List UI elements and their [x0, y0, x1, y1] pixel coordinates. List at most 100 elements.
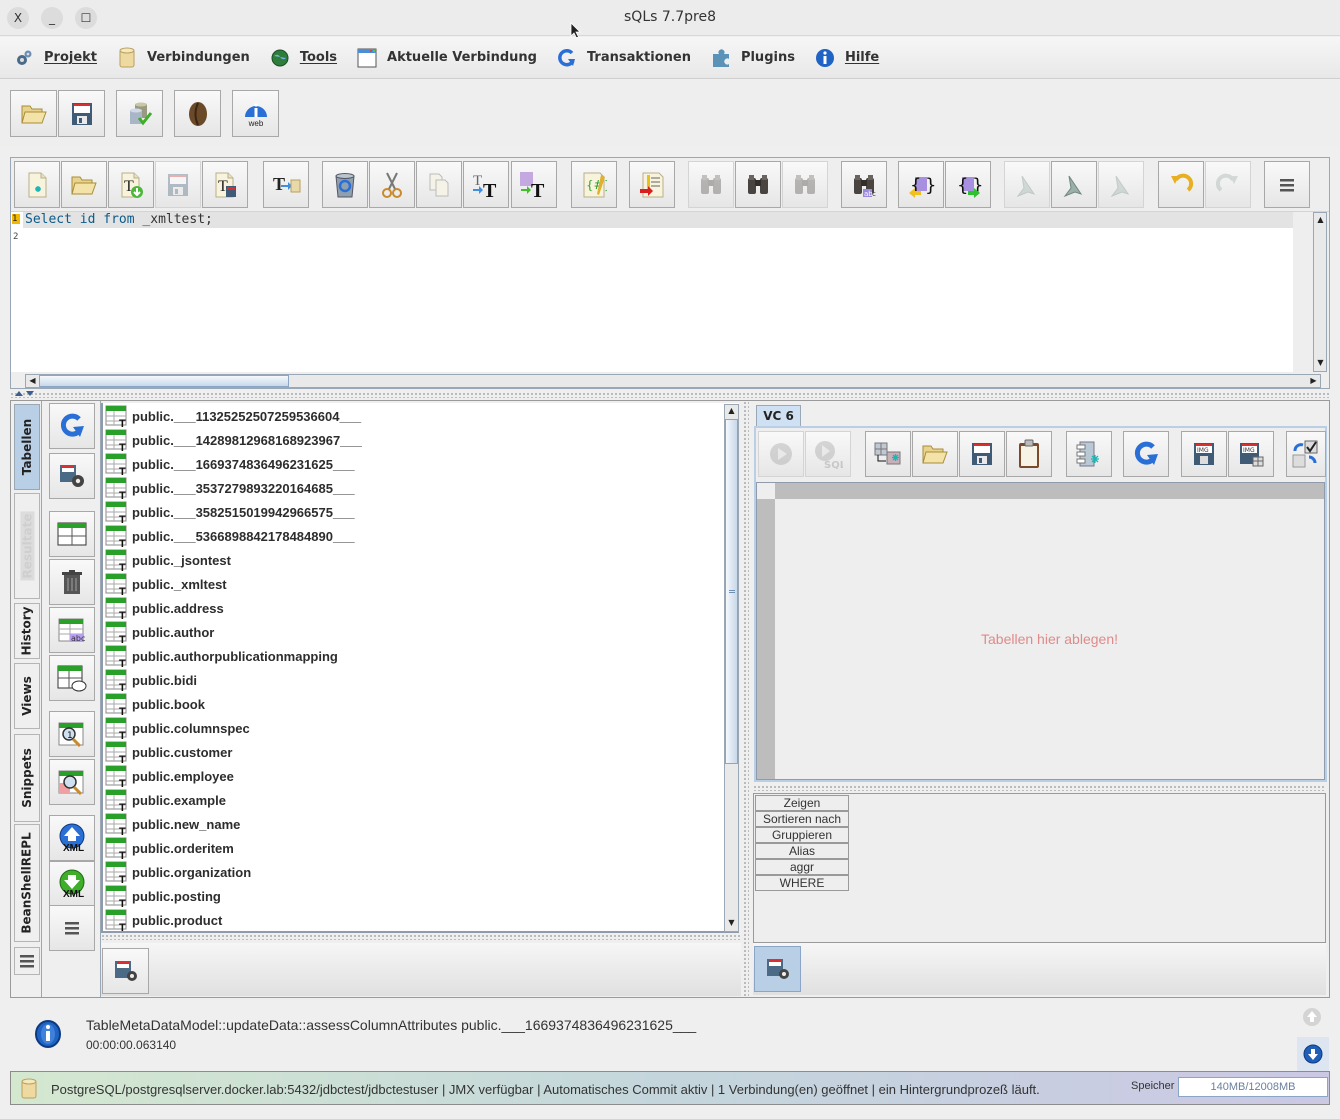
message-down-button[interactable]	[1297, 1037, 1329, 1071]
new-file-button[interactable]	[14, 161, 60, 208]
tab-vc-6[interactable]: VC 6	[756, 405, 801, 427]
tab-snippets[interactable]: Snippets	[14, 734, 40, 822]
vc-save-image-button[interactable]: IMG	[1181, 431, 1227, 477]
vc-run-sql-button[interactable]: SQL	[805, 431, 851, 477]
splitter-arrows-icon[interactable]	[14, 390, 36, 398]
recycle-button[interactable]	[322, 161, 368, 208]
list-splitter[interactable]	[101, 934, 741, 940]
xml-import-button[interactable]: XML	[49, 861, 95, 907]
table-list[interactable]: Tpublic.___11325252507259536604___ Tpubli…	[101, 403, 739, 933]
table-list-item[interactable]: Tpublic.___11325252507259536604___	[105, 404, 361, 428]
open-project-button[interactable]	[10, 90, 57, 137]
format-button[interactable]: {#}	[571, 161, 617, 208]
menu-tools[interactable]: Tools	[270, 48, 337, 68]
find-button[interactable]	[735, 161, 781, 208]
bookmark-button[interactable]	[1051, 161, 1097, 208]
vc-run-button[interactable]	[758, 431, 804, 477]
vc-save-image-table-button[interactable]: IMG	[1228, 431, 1274, 477]
copy-button[interactable]	[416, 161, 462, 208]
table-rename-button[interactable]: abc	[49, 607, 95, 653]
table-list-item[interactable]: Tpublic._xmltest	[105, 572, 227, 596]
scrollbar-thumb[interactable]	[725, 419, 738, 764]
tab-tabellen[interactable]: Tabellen	[14, 404, 40, 490]
table-list-item[interactable]: Tpublic.new_name	[105, 812, 240, 836]
editor-horizontal-scrollbar[interactable]: ◀ ▶	[25, 374, 1321, 388]
vertical-tabs-menu-button[interactable]	[14, 947, 40, 975]
table-list-item[interactable]: Tpublic.___1669374836496231625___	[105, 452, 355, 476]
vc-open-button[interactable]	[912, 431, 958, 477]
table-list-item[interactable]: Tpublic.product	[105, 908, 222, 931]
menu-projekt[interactable]: Projekt	[14, 48, 97, 68]
text-to-db-button[interactable]: T	[263, 161, 309, 208]
save-as-button[interactable]: T	[202, 161, 248, 208]
menu-aktuelle-verbindung[interactable]: Aktuelle Verbindung	[357, 48, 537, 68]
find-next-button[interactable]	[782, 161, 828, 208]
table-comment-button[interactable]	[49, 655, 95, 701]
find-previous-button[interactable]	[688, 161, 734, 208]
vc-save-button[interactable]	[959, 431, 1005, 477]
table-list-item[interactable]: Tpublic.employee	[105, 764, 234, 788]
table-list-item[interactable]: Tpublic.organization	[105, 860, 251, 884]
find-replace-button[interactable]: ab c	[841, 161, 887, 208]
export-text-button[interactable]	[629, 161, 675, 208]
refresh-button[interactable]	[49, 403, 95, 449]
cut-button[interactable]	[369, 161, 415, 208]
scroll-down-icon[interactable]: ▼	[725, 917, 738, 929]
vc-splitter[interactable]	[753, 785, 1326, 791]
scroll-left-icon[interactable]: ◀	[26, 375, 39, 387]
table-list-item[interactable]: Tpublic.book	[105, 692, 205, 716]
table-list-item[interactable]: Tpublic.orderitem	[105, 836, 234, 860]
vc-settings-button[interactable]	[754, 946, 801, 992]
brace-next-button[interactable]: {}	[945, 161, 991, 208]
save-settings-button[interactable]	[49, 453, 95, 499]
save-project-button[interactable]	[58, 90, 105, 137]
table-list-item[interactable]: Tpublic.author	[105, 620, 214, 644]
table-list-item[interactable]: Tpublic.posting	[105, 884, 221, 908]
menu-plugins[interactable]: Plugins	[711, 48, 795, 68]
bookmark-next-button[interactable]	[1098, 161, 1144, 208]
save-button[interactable]	[155, 161, 201, 208]
undo-button[interactable]	[1158, 161, 1204, 208]
menu-transaktionen[interactable]: Transaktionen	[557, 48, 691, 68]
table-list-item[interactable]: Tpublic.customer	[105, 740, 232, 764]
connection-check-button[interactable]	[116, 90, 163, 137]
table-count-button[interactable]: 1	[49, 711, 95, 757]
vc-refresh-button[interactable]	[1123, 431, 1169, 477]
vc-clipboard-button[interactable]	[1006, 431, 1052, 477]
table-drop-area[interactable]: Tabellen hier ablegen!	[756, 482, 1325, 780]
xml-export-button[interactable]: XML	[49, 815, 95, 861]
editor-vertical-scrollbar[interactable]: ▲ ▼	[1313, 212, 1327, 372]
delete-button[interactable]	[49, 559, 95, 605]
redo-button[interactable]	[1205, 161, 1251, 208]
brace-prev-button[interactable]: {}	[898, 161, 944, 208]
table-list-item[interactable]: Tpublic.authorpublicationmapping	[105, 644, 338, 668]
web-info-button[interactable]: web	[232, 90, 279, 137]
table-list-item[interactable]: Tpublic.address	[105, 596, 224, 620]
table-list-item[interactable]: Tpublic.bidi	[105, 668, 197, 692]
vc-add-join-button[interactable]	[865, 431, 911, 477]
lowercase-button[interactable]: T	[511, 161, 557, 208]
scroll-right-icon[interactable]: ▶	[1307, 375, 1320, 387]
tab-views[interactable]: Views	[14, 663, 40, 729]
table-list-item[interactable]: Tpublic.___5366898842178484890___	[105, 524, 355, 548]
table-list-item[interactable]: Tpublic._jsontest	[105, 548, 231, 572]
sql-editor[interactable]: 1 2 Select id from _xmltest;	[11, 212, 1293, 372]
vc-toggle-check-button[interactable]	[1286, 431, 1326, 477]
menu-verbindungen[interactable]: Verbindungen	[117, 47, 250, 68]
table-list-item[interactable]: Tpublic.columnspec	[105, 716, 250, 740]
uppercase-button[interactable]: TT	[463, 161, 509, 208]
scrollbar-thumb[interactable]	[39, 375, 289, 387]
scroll-down-icon[interactable]: ▼	[1314, 357, 1327, 369]
table-list-item[interactable]: Tpublic.___3537279893220164685___	[105, 476, 355, 500]
list-settings-button[interactable]	[102, 948, 149, 994]
bookmark-prev-button[interactable]	[1004, 161, 1050, 208]
memory-usage[interactable]: 140MB/12008MB	[1178, 1077, 1328, 1097]
show-table-button[interactable]	[49, 511, 95, 557]
open-file-button[interactable]	[61, 161, 107, 208]
table-list-item[interactable]: Tpublic.example	[105, 788, 226, 812]
editor-splitter[interactable]	[10, 392, 1330, 398]
table-list-scrollbar[interactable]: ▲ ▼	[724, 404, 739, 932]
table-inspect-button[interactable]	[49, 759, 95, 805]
menu-hilfe[interactable]: Hilfe	[815, 48, 879, 68]
more-button[interactable]	[49, 905, 95, 951]
